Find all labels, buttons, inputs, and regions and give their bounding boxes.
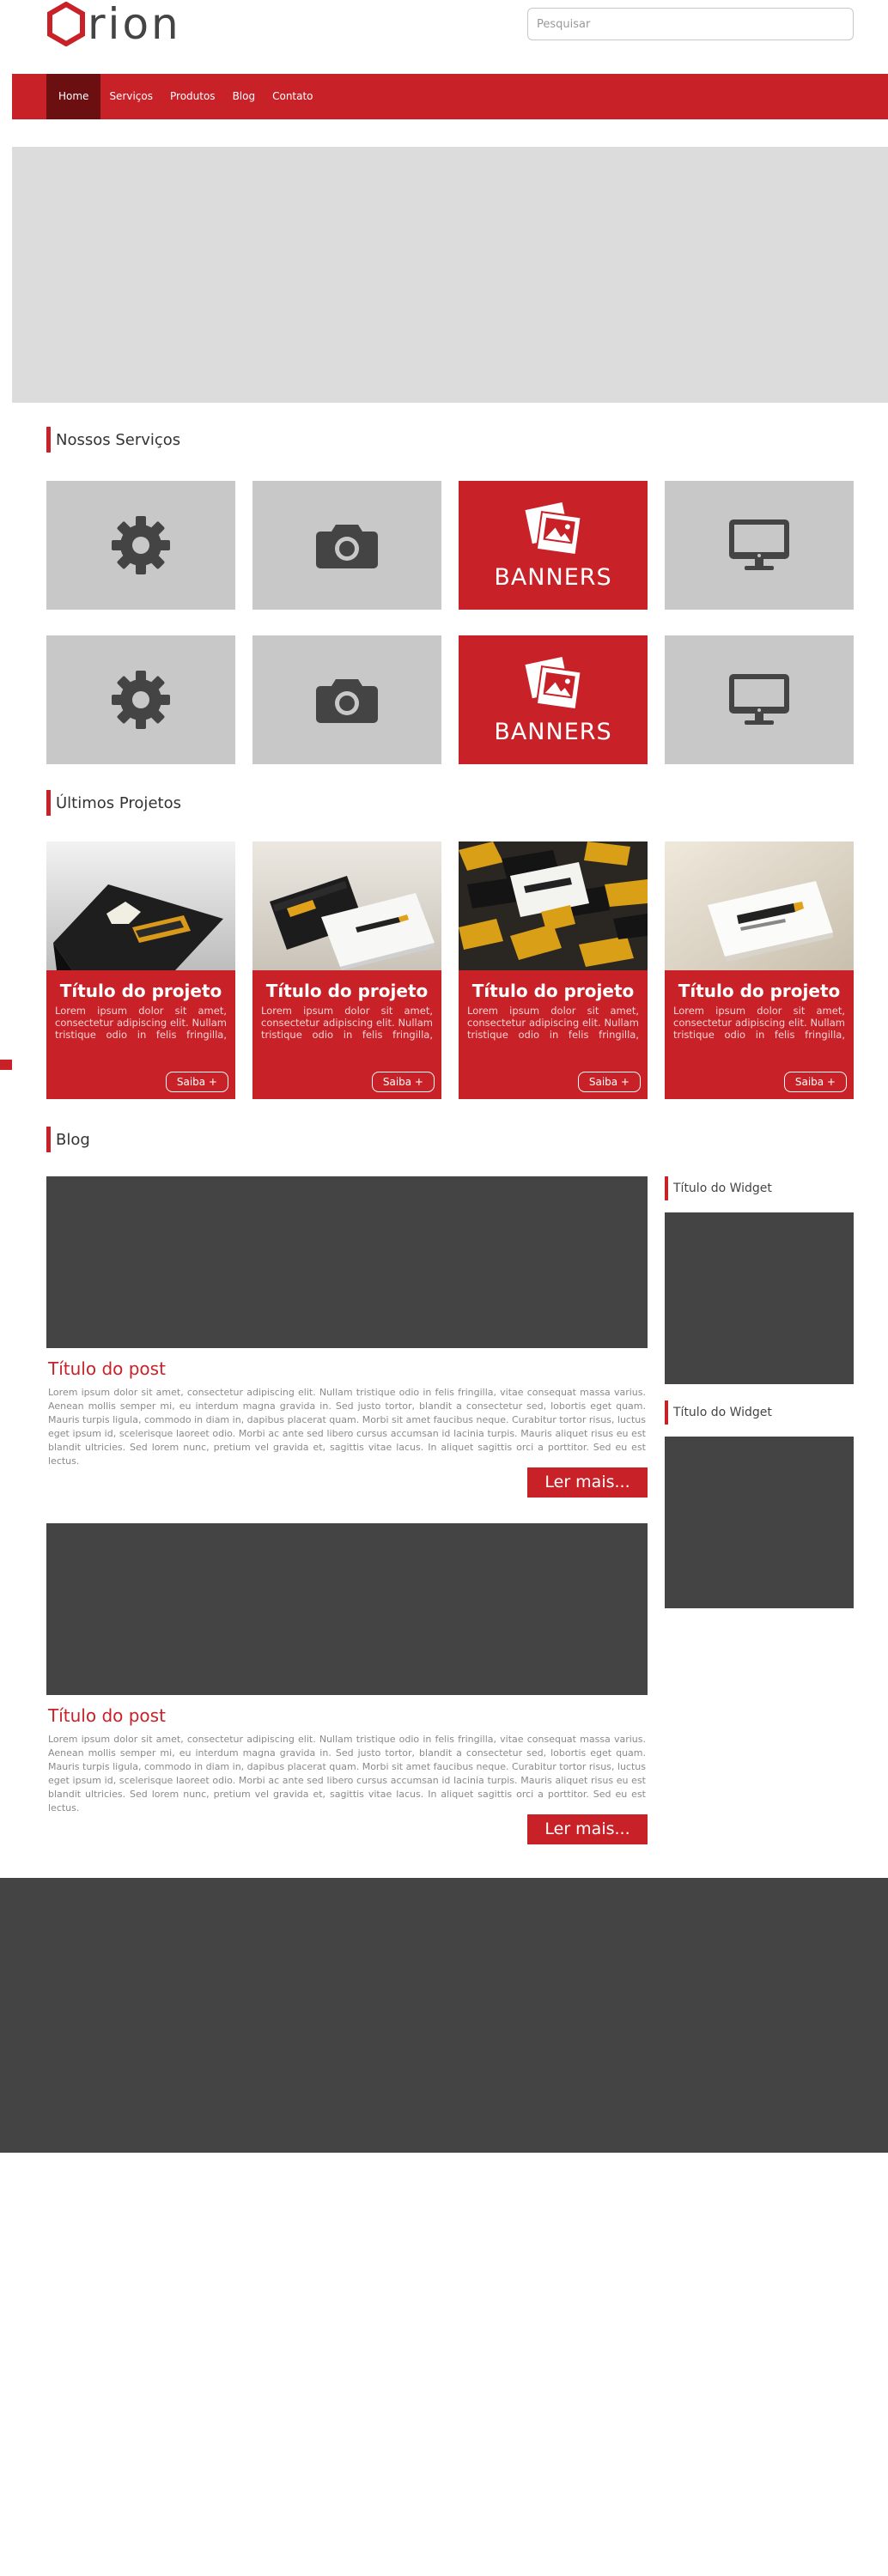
project-body: Título do projeto Lorem ipsum dolor sit … (46, 970, 235, 1099)
photos-icon (525, 656, 582, 710)
banner-label: BANNERS (494, 718, 612, 745)
nav-item-contato[interactable]: Contato (264, 74, 321, 119)
widget-heading: Título do Widget (665, 1400, 772, 1425)
nav-item-servicos[interactable]: Serviços (100, 74, 161, 119)
hero-banner (12, 147, 888, 403)
monitor-icon (729, 519, 789, 570)
post-title[interactable]: Título do post (48, 1705, 166, 1726)
read-more-button[interactable]: Ler mais... (527, 1814, 648, 1844)
projects-heading: Últimos Projetos (46, 790, 181, 816)
blog-heading: Blog (46, 1127, 90, 1152)
nav-item-produtos[interactable]: Produtos (161, 74, 224, 119)
post-image[interactable] (46, 1176, 648, 1348)
project-title: Título do projeto (265, 981, 429, 1001)
project-card[interactable]: Título do projeto Lorem ipsum dolor sit … (46, 841, 235, 1099)
main-navbar: Home Serviços Produtos Blog Contato (12, 74, 888, 119)
widget-title: Título do Widget (673, 1406, 772, 1419)
saiba-mais-button[interactable]: Saiba + (371, 1072, 435, 1092)
camera-icon (316, 679, 378, 723)
project-image-book (46, 841, 235, 970)
post-title[interactable]: Título do post (48, 1358, 166, 1379)
widget-title: Título do Widget (673, 1182, 772, 1195)
search-input[interactable] (527, 8, 854, 40)
saiba-mais-button[interactable]: Saiba + (577, 1072, 641, 1092)
blog-title: Blog (56, 1130, 90, 1149)
project-image-cards (252, 841, 441, 970)
project-card[interactable]: Título do projeto Lorem ipsum dolor sit … (459, 841, 648, 1099)
widget-accent-bar (665, 1400, 668, 1425)
service-tile-monitor[interactable] (665, 481, 854, 610)
widget-content (665, 1437, 854, 1608)
project-card[interactable]: Título do projeto Lorem ipsum dolor sit … (252, 841, 441, 1099)
service-tile-gear[interactable] (46, 635, 235, 764)
widget-heading: Título do Widget (665, 1176, 772, 1200)
project-description: Lorem ipsum dolor sit amet, consectetur … (261, 1005, 433, 1041)
logo-text: rion (88, 0, 181, 49)
post-excerpt: Lorem ipsum dolor sit amet, consectetur … (48, 1387, 646, 1467)
gear-icon (112, 671, 170, 729)
photos-icon (525, 501, 582, 556)
project-title: Título do projeto (678, 981, 841, 1001)
service-tile-banners[interactable]: BANNERS (459, 481, 648, 610)
page: rion Home Serviços Produtos Blog Contato… (0, 0, 888, 2576)
heading-accent-bar (46, 427, 51, 453)
project-title: Título do projeto (471, 981, 635, 1001)
project-description: Lorem ipsum dolor sit amet, consectetur … (673, 1005, 845, 1041)
project-body: Título do projeto Lorem ipsum dolor sit … (459, 970, 648, 1099)
project-card[interactable]: Título do projeto Lorem ipsum dolor sit … (665, 841, 854, 1099)
monitor-icon (729, 674, 789, 725)
gear-icon (112, 516, 170, 574)
service-tile-camera[interactable] (252, 635, 441, 764)
project-description: Lorem ipsum dolor sit amet, consectetur … (467, 1005, 639, 1041)
side-tab[interactable] (0, 1060, 12, 1070)
heading-accent-bar (46, 790, 51, 816)
service-tile-banners[interactable]: BANNERS (459, 635, 648, 764)
services-title: Nossos Serviços (56, 430, 181, 449)
project-image-white-card (665, 841, 854, 970)
post-image[interactable] (46, 1523, 648, 1695)
nav-items: Home Serviços Produtos Blog Contato (46, 74, 322, 119)
logo[interactable]: rion (46, 0, 181, 48)
widget-content (665, 1212, 854, 1384)
project-image-scattered-cards (459, 841, 648, 970)
project-body: Título do projeto Lorem ipsum dolor sit … (665, 970, 854, 1099)
camera-icon (316, 525, 378, 568)
heading-accent-bar (46, 1127, 51, 1152)
nav-item-home[interactable]: Home (46, 74, 101, 119)
read-more-button[interactable]: Ler mais... (527, 1467, 648, 1498)
footer (0, 1878, 888, 2153)
widget-accent-bar (665, 1176, 668, 1200)
service-tile-monitor[interactable] (665, 635, 854, 764)
service-tile-gear[interactable] (46, 481, 235, 610)
projects-title: Últimos Projetos (56, 793, 181, 812)
service-tile-camera[interactable] (252, 481, 441, 610)
saiba-mais-button[interactable]: Saiba + (783, 1072, 847, 1092)
banner-label: BANNERS (494, 563, 612, 591)
services-heading: Nossos Serviços (46, 427, 180, 453)
project-title: Título do projeto (59, 981, 222, 1001)
post-excerpt: Lorem ipsum dolor sit amet, consectetur … (48, 1734, 646, 1814)
nav-item-blog[interactable]: Blog (224, 74, 265, 119)
hexagon-logo-icon (47, 2, 85, 46)
project-description: Lorem ipsum dolor sit amet, consectetur … (55, 1005, 227, 1041)
project-body: Título do projeto Lorem ipsum dolor sit … (252, 970, 441, 1099)
saiba-mais-button[interactable]: Saiba + (165, 1072, 228, 1092)
